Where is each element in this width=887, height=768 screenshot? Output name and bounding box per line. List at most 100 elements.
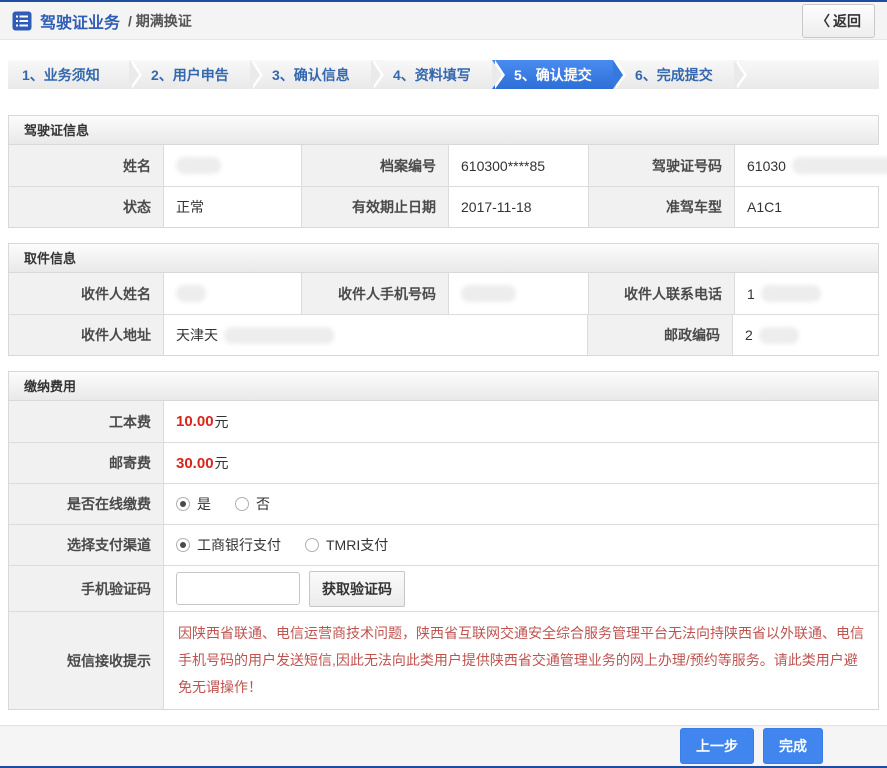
recipient-mobile-value xyxy=(448,273,588,315)
step-nav: 1、业务须知 2、用户申告 3、确认信息 4、资料填写 5、确认提交 6、完成提… xyxy=(8,60,879,90)
header: 驾驶证业务 / 期满换证 〈 返回 xyxy=(0,2,887,41)
recipient-address-label: 收件人地址 xyxy=(9,315,163,356)
redacted-value xyxy=(791,157,887,175)
online-pay-yes-radio[interactable]: 是 xyxy=(176,494,211,514)
mailing-fee-amount: 30.00 xyxy=(176,454,214,472)
step-5-confirm-submit[interactable]: 5、确认提交 xyxy=(492,60,626,90)
step-3-confirm-info[interactable]: 3、确认信息 xyxy=(250,60,384,90)
license-number-prefix: 61030 xyxy=(747,157,786,174)
step-label: 4、资料填写 xyxy=(393,66,471,83)
vehicle-type-value: A1C1 xyxy=(734,187,878,228)
mailing-fee-label: 邮寄费 xyxy=(9,443,163,484)
mailing-fee-value: 30.00 元 xyxy=(163,443,878,484)
recipient-phone-prefix: 1 xyxy=(747,285,755,302)
back-label: 返回 xyxy=(833,12,861,29)
radio-icon xyxy=(176,538,190,553)
license-number-value: 61030 xyxy=(734,145,887,187)
fee-unit: 元 xyxy=(214,455,229,472)
production-fee-amount: 10.00 xyxy=(176,413,214,431)
recipient-address-prefix: 天津天 xyxy=(176,327,218,344)
production-fee-value: 10.00 元 xyxy=(163,401,878,443)
sms-code-field: 获取验证码 xyxy=(163,566,878,612)
postal-code-prefix: 2 xyxy=(745,327,753,344)
payment-channel-options: 工商银行支付 TMRI支付 xyxy=(163,525,878,566)
step-1-business-notice[interactable]: 1、业务须知 xyxy=(8,60,142,90)
redacted-value xyxy=(176,285,206,303)
table-row: 邮寄费 30.00 元 xyxy=(9,442,878,484)
list-icon xyxy=(12,11,32,31)
step-label: 3、确认信息 xyxy=(272,66,350,83)
recipient-phone-value: 1 xyxy=(734,273,878,315)
breadcrumb-current: / 期满换证 xyxy=(128,12,192,29)
header-title-group: 驾驶证业务 / 期满换证 xyxy=(12,9,192,33)
online-pay-options: 是 否 xyxy=(163,484,878,525)
recipient-phone-label: 收件人联系电话 xyxy=(588,273,734,315)
redacted-value xyxy=(176,157,221,175)
file-number-label: 档案编号 xyxy=(301,145,448,187)
table-row: 姓名 档案编号 610300****85 驾驶证号码 61030 xyxy=(9,145,887,187)
radio-label: 是 xyxy=(197,496,211,513)
radio-label: 否 xyxy=(256,496,270,513)
expiry-date-value: 2017-11-18 xyxy=(448,187,588,228)
sms-notice-text: 因陕西省联通、电信运营商技术问题，陕西省互联网交通安全综合服务管理平台无法向持陕… xyxy=(163,612,878,710)
payment-section-title: 缴纳费用 xyxy=(9,372,878,402)
radio-icon xyxy=(305,538,319,553)
sms-code-input[interactable] xyxy=(176,572,300,606)
table-row: 短信接收提示 因陕西省联通、电信运营商技术问题，陕西省互联网交通安全综合服务管理… xyxy=(9,611,878,710)
recipient-name-label: 收件人姓名 xyxy=(9,273,163,315)
step-6-complete-submit[interactable]: 6、完成提交 xyxy=(613,60,747,90)
table-row: 手机验证码 获取验证码 xyxy=(9,565,878,612)
redacted-value xyxy=(760,285,821,303)
back-chevron-icon: 〈 xyxy=(816,12,830,29)
table-row: 是否在线缴费 是 否 xyxy=(9,483,878,525)
table-row: 选择支付渠道 工商银行支付 TMRI支付 xyxy=(9,524,878,566)
page-title: 驾驶证业务 xyxy=(40,14,121,32)
table-row: 工本费 10.00 元 xyxy=(9,401,878,443)
table-row: 状态 正常 有效期止日期 2017-11-18 准驾车型 A1C1 xyxy=(9,186,878,228)
fee-unit: 元 xyxy=(214,413,229,430)
channel-icbc-radio[interactable]: 工商银行支付 xyxy=(176,535,281,555)
payment-section: 缴纳费用 工本费 10.00 元 邮寄费 30.00 元 是否在线缴费 是 否 … xyxy=(8,371,879,711)
step-label: 6、完成提交 xyxy=(635,66,713,83)
production-fee-label: 工本费 xyxy=(9,401,163,443)
recipient-mobile-label: 收件人手机号码 xyxy=(301,273,448,315)
pickup-section-title: 取件信息 xyxy=(9,244,878,274)
back-button[interactable]: 〈 返回 xyxy=(802,3,875,38)
recipient-address-value: 天津天 xyxy=(163,315,587,356)
online-pay-label: 是否在线缴费 xyxy=(9,484,163,525)
radio-icon xyxy=(176,497,190,512)
payment-channel-label: 选择支付渠道 xyxy=(9,525,163,566)
sms-code-label: 手机验证码 xyxy=(9,566,163,612)
postal-code-value: 2 xyxy=(732,315,878,356)
pickup-section: 取件信息 收件人姓名 收件人手机号码 收件人联系电话 1 收件人地址 天津天 邮… xyxy=(8,243,879,357)
main-content: 1、业务须知 2、用户申告 3、确认信息 4、资料填写 5、确认提交 6、完成提… xyxy=(0,40,887,725)
radio-label: TMRI支付 xyxy=(326,537,389,554)
name-label: 姓名 xyxy=(9,145,163,187)
step-label: 1、业务须知 xyxy=(22,66,100,83)
step-4-fill-data[interactable]: 4、资料填写 xyxy=(371,60,505,90)
step-2-user-declaration[interactable]: 2、用户申告 xyxy=(129,60,263,90)
status-label: 状态 xyxy=(9,187,163,228)
step-label: 5、确认提交 xyxy=(514,66,592,83)
vehicle-type-label: 准驾车型 xyxy=(588,187,734,228)
file-number-value: 610300****85 xyxy=(448,145,588,187)
license-number-label: 驾驶证号码 xyxy=(588,145,734,187)
radio-label: 工商银行支付 xyxy=(197,537,281,554)
redacted-value xyxy=(758,326,799,344)
get-code-button[interactable]: 获取验证码 xyxy=(309,570,405,607)
sms-notice-label: 短信接收提示 xyxy=(9,612,163,710)
channel-tmri-radio[interactable]: TMRI支付 xyxy=(305,535,388,555)
expiry-date-label: 有效期止日期 xyxy=(301,187,448,228)
online-pay-no-radio[interactable]: 否 xyxy=(235,494,270,514)
step-nav-tail xyxy=(734,60,879,90)
redacted-value xyxy=(224,326,334,344)
previous-step-button[interactable]: 上一步 xyxy=(680,728,754,765)
table-row: 收件人姓名 收件人手机号码 收件人联系电话 1 xyxy=(9,273,878,315)
license-section-title: 驾驶证信息 xyxy=(9,116,878,146)
table-row: 收件人地址 天津天 邮政编码 2 xyxy=(9,314,878,356)
radio-icon xyxy=(235,497,249,512)
finish-button[interactable]: 完成 xyxy=(763,728,823,765)
step-label: 2、用户申告 xyxy=(151,66,229,83)
name-value xyxy=(163,145,301,187)
footer: 上一步 完成 xyxy=(0,725,887,766)
